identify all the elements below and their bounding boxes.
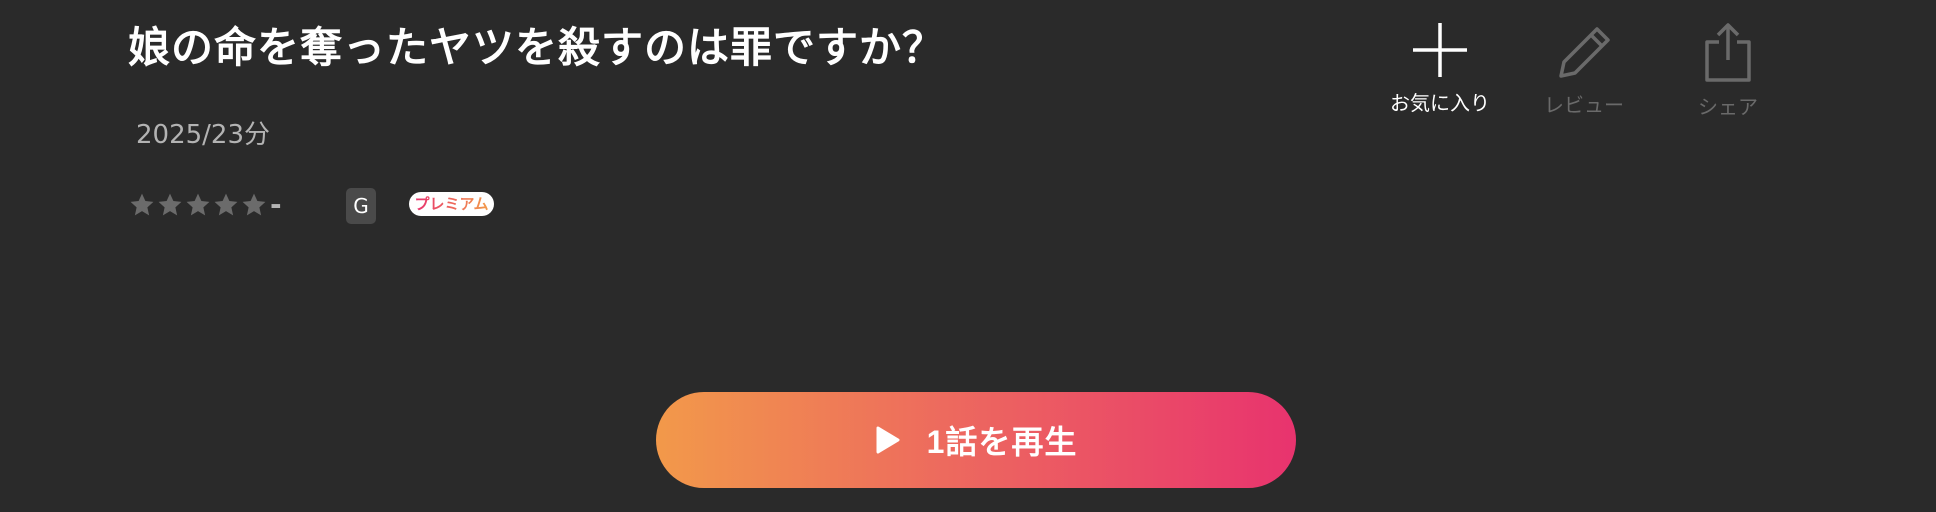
play-icon [875,425,901,455]
share-icon [1705,23,1751,82]
rating-value: - [270,188,282,221]
premium-badge-label: プレミアム [414,195,489,213]
review-button[interactable]: レビュー [1514,20,1654,118]
share-button[interactable]: シェア [1658,20,1798,120]
rating-stars [128,191,268,219]
star-icon [186,193,210,216]
pencil-icon [1559,27,1610,78]
star-icon [158,193,182,216]
plus-icon [1413,23,1467,77]
review-label: レビュー [1544,93,1624,117]
release-info: 2025/23分 [136,120,271,150]
share-label: シェア [1698,95,1758,119]
star-icon [242,193,266,216]
page-title: 娘の命を奪ったヤツを殺すのは罪ですか？ [128,23,946,72]
premium-badge: プレミアム [409,192,494,216]
play-episode-label: 1話を再生 [926,424,1078,460]
play-episode-button[interactable]: 1話を再生 [656,392,1296,488]
star-icon [214,193,238,216]
rating[interactable]: - [128,188,290,222]
favorite-label: お気に入り [1390,91,1490,115]
star-icon [130,193,154,216]
age-rating-badge: G [346,188,376,224]
favorite-button[interactable]: お気に入り [1370,20,1510,116]
